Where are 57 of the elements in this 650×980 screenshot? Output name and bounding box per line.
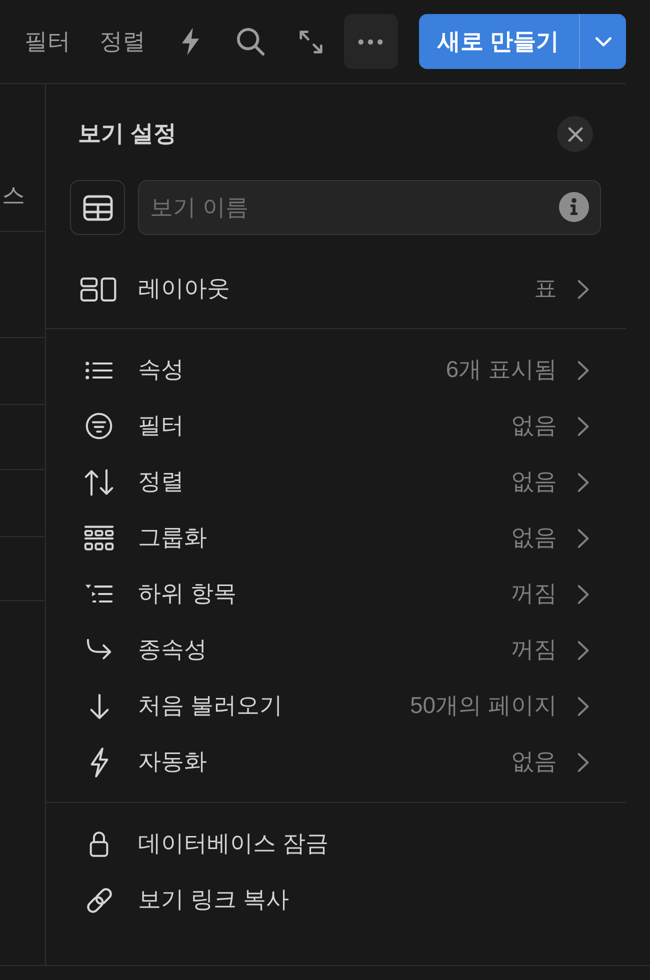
chevron-right-icon bbox=[577, 528, 590, 548]
column-header-label: 스 bbox=[2, 181, 25, 210]
more-dots-icon bbox=[358, 38, 384, 44]
menu-item-value: 6개 표시됨 bbox=[446, 355, 557, 384]
search-icon bbox=[236, 27, 266, 56]
menu-item-value: 없음 bbox=[511, 411, 557, 440]
menu-item-value: 꺼짐 bbox=[511, 579, 557, 608]
menu-item[interactable]: 필터 없음 bbox=[46, 398, 626, 454]
panel-title: 보기 설정 bbox=[78, 119, 176, 148]
group-icon bbox=[84, 524, 114, 552]
chevron-right-icon bbox=[577, 472, 590, 492]
menu-item-value: 없음 bbox=[511, 467, 557, 496]
list-icon bbox=[85, 360, 113, 380]
lock-icon bbox=[89, 830, 109, 858]
chevron-right-icon bbox=[577, 752, 590, 772]
more-button[interactable] bbox=[344, 14, 398, 69]
sub-items-icon bbox=[85, 584, 113, 604]
sort-arrows-icon bbox=[84, 468, 114, 496]
menu-item-value: 없음 bbox=[511, 523, 557, 552]
chevron-right-icon bbox=[577, 696, 590, 716]
filter-button[interactable]: 필터 bbox=[24, 26, 71, 56]
menu-item[interactable]: 자동화 없음 bbox=[46, 734, 626, 790]
close-icon bbox=[568, 126, 582, 142]
menu-item-value: 꺼짐 bbox=[511, 635, 557, 664]
link-icon bbox=[84, 886, 114, 914]
menu-item[interactable]: 정렬 없음 bbox=[46, 454, 626, 510]
close-button[interactable] bbox=[557, 116, 593, 152]
lightning-icon bbox=[88, 746, 110, 778]
menu-item[interactable]: 보기 링크 복사 bbox=[46, 872, 626, 928]
menu-item-value: 표 bbox=[534, 274, 557, 304]
chevron-right-icon bbox=[577, 640, 590, 660]
menu-item-value: 50개의 페이지 bbox=[410, 691, 557, 720]
expand-arrows-icon bbox=[298, 30, 323, 54]
info-icon bbox=[559, 192, 589, 222]
lightning-icon bbox=[181, 27, 200, 56]
menu-item[interactable]: 그룹화 없음 bbox=[46, 510, 626, 566]
menu-item[interactable]: 하위 항목 꺼짐 bbox=[46, 566, 626, 622]
chevron-right-icon bbox=[577, 584, 590, 604]
layout-icon bbox=[80, 276, 118, 302]
menu-item[interactable]: 종속성 꺼짐 bbox=[46, 622, 626, 678]
menu-item-value: 없음 bbox=[511, 747, 557, 776]
filter-icon bbox=[85, 412, 113, 440]
menu-item[interactable]: 처음 불러오기 50개의 페이지 bbox=[46, 678, 626, 734]
new-button[interactable]: 새로 만들기 bbox=[418, 14, 579, 69]
menu-item[interactable]: 데이터베이스 잠금 bbox=[46, 816, 626, 872]
menu-item[interactable]: 속성 6개 표시됨 bbox=[46, 342, 626, 398]
down-arrow-icon bbox=[88, 692, 110, 720]
chevron-down-icon bbox=[594, 36, 612, 46]
sort-button[interactable]: 정렬 bbox=[100, 26, 146, 56]
menu-item[interactable]: 레이아웃 표 bbox=[46, 261, 626, 317]
chevron-right-icon bbox=[577, 278, 590, 300]
view-name-field[interactable]: 보기 이름 bbox=[138, 180, 601, 235]
chevron-right-icon bbox=[577, 416, 590, 436]
table-icon bbox=[82, 194, 112, 220]
chevron-right-icon bbox=[577, 360, 590, 380]
view-type-button[interactable] bbox=[70, 180, 125, 235]
hook-arrow-icon bbox=[85, 638, 113, 662]
